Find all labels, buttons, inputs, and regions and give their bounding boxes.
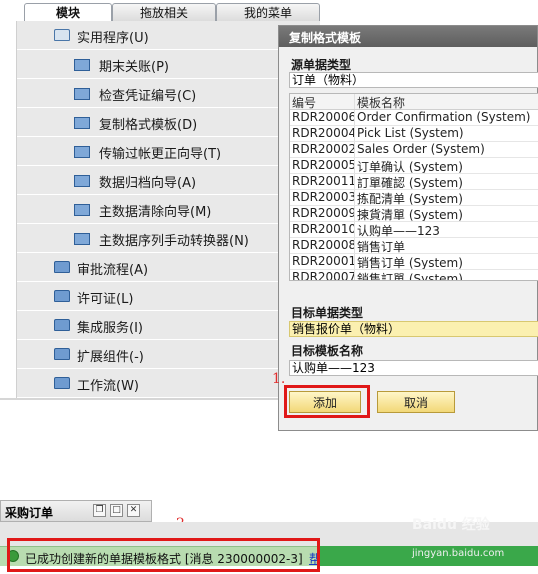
tree-label: 复制格式模板(D) <box>99 118 198 133</box>
column-header-name: 模板名称 <box>357 96 406 109</box>
highlight-status-bar <box>7 538 320 572</box>
tree-label: 传输过帐更正向导(T) <box>99 147 222 162</box>
cell-code: RDR20008 <box>292 238 355 253</box>
tree-item-copy-form-template[interactable]: 复制格式模板(D) <box>17 108 321 137</box>
cancel-button[interactable]: 取消 <box>377 391 455 413</box>
tree-label: 扩展组件(-) <box>77 350 144 365</box>
template-grid: 编号 模板名称 RDR20006 Order Confirmation (Syst… <box>289 93 538 281</box>
table-row[interactable]: RDR20005 订单确认 (System) <box>290 158 538 174</box>
form-icon <box>74 175 90 187</box>
cell-code: RDR20001 <box>292 254 355 269</box>
cell-name: 订单确认 (System) <box>357 160 463 173</box>
tree-folder-approval[interactable]: 审批流程(A) <box>17 253 321 282</box>
folder-icon <box>54 290 70 302</box>
source-type-field[interactable]: 订单（物料） <box>289 72 538 88</box>
form-icon <box>74 204 90 216</box>
cell-code: RDR20004 <box>292 126 355 141</box>
watermark-logo: Baidu 经验 <box>412 517 490 533</box>
tree-item-check-document-numbering[interactable]: 检查凭证编号(C) <box>17 79 321 108</box>
form-icon <box>74 233 90 245</box>
tree-item-series-manual-converter[interactable]: 主数据序列手动转换器(N) <box>17 224 321 253</box>
highlight-add-button <box>284 385 370 418</box>
form-icon <box>74 146 90 158</box>
cell-name: 揀貨清單 (System) <box>357 208 463 221</box>
folder-icon <box>54 377 70 389</box>
tree-label: 检查凭证编号(C) <box>99 89 197 104</box>
table-row[interactable]: RDR20002 Sales Order (System) <box>290 142 538 158</box>
tree-folder-license[interactable]: 许可证(L) <box>17 282 321 311</box>
cell-code: RDR20006 <box>292 110 355 125</box>
folder-icon <box>54 348 70 360</box>
folder-icon <box>54 261 70 273</box>
form-icon <box>74 117 90 129</box>
tree-item-posting-correction-wizard[interactable]: 传输过帐更正向导(T) <box>17 137 321 166</box>
maximize-icon[interactable]: □ <box>110 504 123 517</box>
tree-folder-utilities[interactable]: 实用程序(U) <box>17 21 321 50</box>
table-row[interactable]: RDR20011 訂單確認 (System) <box>290 174 538 190</box>
tree-label: 集成服务(I) <box>77 321 143 336</box>
tree-label: 期末关账(P) <box>99 60 169 75</box>
cell-name: 销售订单 (System) <box>357 256 463 269</box>
source-type-label: 源单据类型 <box>291 58 352 72</box>
cell-name: 认购单——123 <box>357 224 440 237</box>
watermark-url: jingyan.baidu.com <box>412 548 505 559</box>
module-tree: 实用程序(U) 期末关账(P) 检查凭证编号(C) 复制格式模板(D) 传输过帐… <box>16 21 321 398</box>
cell-name: Pick List (System) <box>357 126 464 140</box>
form-icon <box>74 59 90 71</box>
grid-header: 编号 模板名称 <box>290 94 538 110</box>
tree-folder-extensions[interactable]: 扩展组件(-) <box>17 340 321 369</box>
form-icon <box>74 88 90 100</box>
close-icon[interactable]: ✕ <box>127 504 140 517</box>
cell-code: RDR20005 <box>292 158 355 173</box>
tree-label: 主数据序列手动转换器(N) <box>99 234 249 249</box>
tree-folder-integration[interactable]: 集成服务(I) <box>17 311 321 340</box>
tree-label: 许可证(L) <box>77 292 134 307</box>
tree-label: 审批流程(A) <box>77 263 149 278</box>
tree-item-data-archive-wizard[interactable]: 数据归档向导(A) <box>17 166 321 195</box>
target-type-field[interactable]: 销售报价单（物料） <box>289 321 538 337</box>
cell-code: RDR20011 <box>292 174 355 189</box>
table-row[interactable]: RDR20009 揀貨清單 (System) <box>290 206 538 222</box>
cell-name: Order Confirmation (System) <box>357 110 531 124</box>
cell-name: 訂單確認 (System) <box>357 176 463 189</box>
target-name-label: 目标模板名称 <box>291 344 364 358</box>
restore-icon[interactable]: ❐ <box>93 504 106 517</box>
table-row[interactable]: RDR20008 销售订单 <box>290 238 538 254</box>
tree-item-master-data-cleanup-wizard[interactable]: 主数据清除向导(M) <box>17 195 321 224</box>
tree-label: 主数据清除向导(M) <box>99 205 212 220</box>
tab-drag-relate[interactable]: 拖放相关 <box>112 3 216 21</box>
tree-label: 实用程序(U) <box>77 31 149 46</box>
tab-my-menu[interactable]: 我的菜单 <box>216 3 320 21</box>
cell-code: RDR20003 <box>292 190 355 205</box>
dialog-title: 复制格式模板 <box>279 26 537 47</box>
module-tabs: 模块 拖放相关 我的菜单 <box>24 3 320 21</box>
cell-name: 销售订单 <box>357 240 406 253</box>
cell-name: 拣配清单 (System) <box>357 192 463 205</box>
table-row[interactable]: RDR20006 Order Confirmation (System) <box>290 110 538 126</box>
cell-code: RDR20010 <box>292 222 355 237</box>
tree-label: 数据归档向导(A) <box>99 176 197 191</box>
target-type-label: 目标单据类型 <box>291 306 364 320</box>
table-row[interactable]: RDR20004 Pick List (System) <box>290 126 538 142</box>
table-row[interactable]: RDR20007 銷售訂單 (System) <box>290 270 538 281</box>
table-row[interactable]: RDR20001 销售订单 (System) <box>290 254 538 270</box>
cell-name: 銷售訂單 (System) <box>357 272 463 281</box>
table-row[interactable]: RDR20010 认购单——123 <box>290 222 538 238</box>
window-title: 采购订单 <box>5 506 54 520</box>
table-row[interactable]: RDR20003 拣配清单 (System) <box>290 190 538 206</box>
target-name-field[interactable]: 认购单——123 <box>289 360 538 376</box>
tab-modules[interactable]: 模块 <box>24 3 112 21</box>
copy-form-template-dialog: 复制格式模板 源单据类型 订单（物料） 编号 模板名称 RDR20006 Orde… <box>278 25 538 431</box>
tree-label: 工作流(W) <box>77 379 139 394</box>
cell-name: Sales Order (System) <box>357 142 485 156</box>
tree-item-period-end-closing[interactable]: 期末关账(P) <box>17 50 321 79</box>
column-header-code: 编号 <box>290 94 355 109</box>
cell-code: RDR20002 <box>292 142 355 157</box>
cell-code: RDR20007 <box>290 270 355 280</box>
cell-code: RDR20009 <box>292 206 355 221</box>
folder-icon <box>54 319 70 331</box>
purchase-order-window[interactable]: 采购订单 ❐ □ ✕ <box>0 500 152 522</box>
open-folder-icon <box>54 29 70 41</box>
